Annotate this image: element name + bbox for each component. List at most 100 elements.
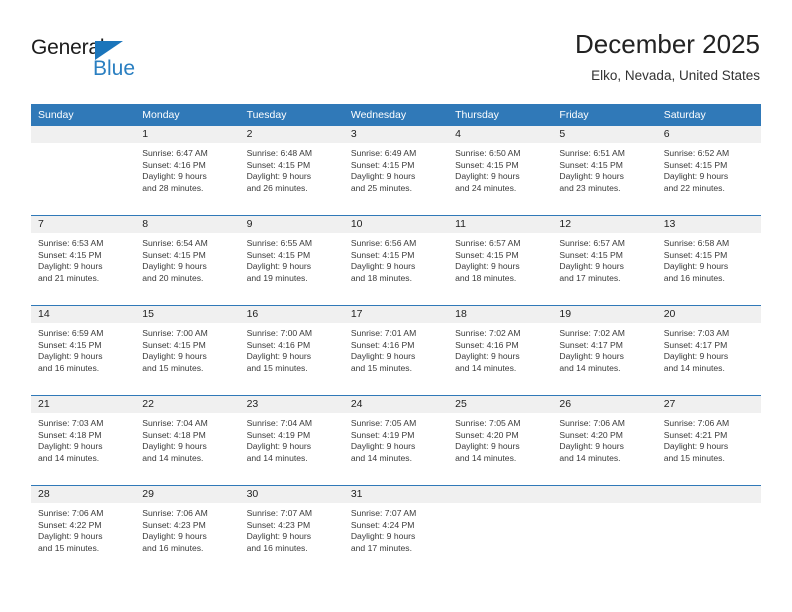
day-cell-inner: [31, 126, 136, 215]
calendar-day-cell[interactable]: 1 Sunrise: 6:47 AM Sunset: 4:16 PM Daylight…: [135, 126, 240, 216]
sunrise-text: Sunrise: 6:54 AM: [142, 238, 208, 248]
calendar-day-cell[interactable]: 4 Sunrise: 6:50 AM Sunset: 4:15 PM Daylight…: [448, 126, 553, 216]
calendar-body: 1 Sunrise: 6:47 AM Sunset: 4:16 PM Daylight…: [31, 126, 761, 575]
calendar-day-cell[interactable]: 3 Sunrise: 6:49 AM Sunset: 4:15 PM Daylight…: [343, 126, 449, 216]
daylight-text-line2: and 22 minutes.: [663, 182, 725, 193]
sunset-text: Sunset: 4:15 PM: [38, 249, 102, 260]
day-details: Sunrise: 7:03 AM Sunset: 4:18 PM Daylight:…: [31, 413, 135, 464]
day-details: Sunrise: 6:54 AM Sunset: 4:15 PM Daylight:…: [135, 233, 239, 284]
day-details: Sunrise: 6:48 AM Sunset: 4:15 PM Daylight:…: [240, 143, 344, 194]
day-cell-inner: 27 Sunrise: 7:06 AM Sunset: 4:21 PM Dayligh…: [656, 396, 761, 485]
sunset-text: Sunset: 4:15 PM: [455, 249, 519, 260]
daylight-text-line1: Daylight: 9 hours: [663, 351, 729, 362]
sunset-text: Sunset: 4:15 PM: [142, 249, 206, 260]
daylight-text-line1: Daylight: 9 hours: [38, 351, 103, 362]
day-details: Sunrise: 6:50 AM Sunset: 4:15 PM Daylight:…: [448, 143, 552, 194]
day-number: [448, 486, 553, 503]
daylight-text-line2: and 16 minutes.: [38, 362, 100, 373]
day-number: 15: [135, 306, 240, 323]
daylight-text-line2: and 14 minutes.: [246, 452, 308, 463]
sunrise-text: Sunrise: 6:47 AM: [142, 148, 208, 158]
calendar-day-cell[interactable]: 15 Sunrise: 7:00 AM Sunset: 4:15 PM Dayligh…: [135, 305, 240, 396]
calendar-day-cell[interactable]: 14 Sunrise: 6:59 AM Sunset: 4:15 PM Dayligh…: [31, 305, 136, 396]
calendar-day-cell[interactable]: 22 Sunrise: 7:04 AM Sunset: 4:18 PM Dayligh…: [135, 395, 240, 486]
calendar-week-row: 21 Sunrise: 7:03 AM Sunset: 4:18 PM Dayligh…: [31, 395, 761, 486]
calendar-day-cell[interactable]: 13 Sunrise: 6:58 AM Sunset: 4:15 PM Dayligh…: [656, 215, 761, 306]
sunrise-text: Sunrise: 7:00 AM: [246, 328, 313, 338]
day-details: Sunrise: 7:06 AM Sunset: 4:21 PM Daylight:…: [657, 413, 761, 464]
daylight-text-line1: Daylight: 9 hours: [455, 351, 520, 362]
calendar-day-cell[interactable]: 18 Sunrise: 7:02 AM Sunset: 4:16 PM Dayligh…: [448, 305, 553, 396]
day-cell-inner: 2 Sunrise: 6:48 AM Sunset: 4:15 PM Daylight…: [239, 126, 344, 215]
day-number: 31: [343, 486, 449, 503]
calendar-day-cell[interactable]: 6 Sunrise: 6:52 AM Sunset: 4:15 PM Daylight…: [656, 126, 761, 216]
calendar-day-cell[interactable]: 9 Sunrise: 6:55 AM Sunset: 4:15 PM Daylight…: [239, 215, 344, 306]
calendar-day-cell[interactable]: 16 Sunrise: 7:00 AM Sunset: 4:16 PM Dayligh…: [239, 305, 344, 396]
daylight-text-line2: and 16 minutes.: [246, 542, 308, 553]
day-number: [552, 486, 657, 503]
day-details: Sunrise: 7:00 AM Sunset: 4:15 PM Daylight:…: [135, 323, 239, 374]
calendar-table: Sunday Monday Tuesday Wednesday Thursday…: [31, 104, 761, 575]
sunrise-text: Sunrise: 7:02 AM: [455, 328, 521, 338]
calendar-day-cell[interactable]: 31 Sunrise: 7:07 AM Sunset: 4:24 PM Dayligh…: [343, 485, 449, 575]
day-details: Sunrise: 6:52 AM Sunset: 4:15 PM Daylight:…: [657, 143, 761, 194]
day-details: Sunrise: 7:05 AM Sunset: 4:20 PM Daylight:…: [448, 413, 552, 464]
calendar-week-row: 1 Sunrise: 6:47 AM Sunset: 4:16 PM Daylight…: [31, 126, 761, 216]
day-cell-inner: 17 Sunrise: 7:01 AM Sunset: 4:16 PM Dayligh…: [343, 306, 449, 395]
calendar-day-cell[interactable]: 7 Sunrise: 6:53 AM Sunset: 4:15 PM Daylight…: [31, 215, 136, 306]
sunset-text: Sunset: 4:15 PM: [350, 249, 415, 260]
day-number: [656, 486, 761, 503]
weekday-header-friday: Friday: [552, 104, 657, 126]
logo-text-blue: Blue: [93, 57, 136, 80]
calendar-day-cell[interactable]: 30 Sunrise: 7:07 AM Sunset: 4:23 PM Dayligh…: [239, 485, 344, 575]
day-number: 2: [239, 126, 344, 143]
calendar-day-cell[interactable]: 17 Sunrise: 7:01 AM Sunset: 4:16 PM Dayligh…: [343, 305, 449, 396]
calendar-day-cell[interactable]: 2 Sunrise: 6:48 AM Sunset: 4:15 PM Daylight…: [239, 126, 344, 216]
calendar-day-cell[interactable]: 8 Sunrise: 6:54 AM Sunset: 4:15 PM Daylight…: [135, 215, 240, 306]
sunrise-text: Sunrise: 7:06 AM: [142, 508, 208, 518]
sunrise-text: Sunrise: 7:07 AM: [350, 508, 417, 518]
calendar-day-cell[interactable]: 27 Sunrise: 7:06 AM Sunset: 4:21 PM Dayligh…: [656, 395, 761, 486]
calendar-day-cell[interactable]: 28 Sunrise: 7:06 AM Sunset: 4:22 PM Dayligh…: [31, 485, 136, 575]
day-number: 28: [31, 486, 136, 503]
day-cell-inner: 9 Sunrise: 6:55 AM Sunset: 4:15 PM Daylight…: [239, 216, 344, 305]
calendar-day-cell[interactable]: 12 Sunrise: 6:57 AM Sunset: 4:15 PM Dayligh…: [552, 215, 657, 306]
calendar-week-row: 7 Sunrise: 6:53 AM Sunset: 4:15 PM Daylight…: [31, 215, 761, 306]
sunset-text: Sunset: 4:23 PM: [246, 519, 311, 530]
day-cell-inner: 26 Sunrise: 7:06 AM Sunset: 4:20 PM Dayligh…: [552, 396, 657, 485]
day-cell-inner: 1 Sunrise: 6:47 AM Sunset: 4:16 PM Daylight…: [135, 126, 240, 215]
day-details: Sunrise: 7:01 AM Sunset: 4:16 PM Daylight:…: [344, 323, 448, 374]
calendar-day-cell[interactable]: 20 Sunrise: 7:03 AM Sunset: 4:17 PM Dayligh…: [656, 305, 761, 396]
sunrise-text: Sunrise: 7:06 AM: [559, 418, 625, 428]
calendar-day-cell[interactable]: 5 Sunrise: 6:51 AM Sunset: 4:15 PM Daylight…: [552, 126, 657, 216]
day-cell-inner: 4 Sunrise: 6:50 AM Sunset: 4:15 PM Daylight…: [448, 126, 553, 215]
day-details: Sunrise: 6:47 AM Sunset: 4:16 PM Daylight:…: [135, 143, 239, 194]
calendar-day-cell[interactable]: 19 Sunrise: 7:02 AM Sunset: 4:17 PM Dayligh…: [552, 305, 657, 396]
daylight-text-line1: Daylight: 9 hours: [142, 441, 207, 452]
calendar-day-cell[interactable]: 21 Sunrise: 7:03 AM Sunset: 4:18 PM Dayligh…: [31, 395, 136, 486]
page-header: General Blue December 2025 Elko, Nevada,…: [0, 0, 792, 104]
calendar-day-cell[interactable]: 11 Sunrise: 6:57 AM Sunset: 4:15 PM Dayligh…: [448, 215, 553, 306]
daylight-text-line2: and 14 minutes.: [142, 452, 204, 463]
generalblue-logo[interactable]: General Blue: [31, 36, 161, 84]
calendar-day-cell[interactable]: 26 Sunrise: 7:06 AM Sunset: 4:20 PM Dayligh…: [552, 395, 657, 486]
daylight-text-line1: Daylight: 9 hours: [246, 351, 312, 362]
sunrise-text: Sunrise: 6:59 AM: [38, 328, 104, 338]
sunrise-text: Sunrise: 6:55 AM: [246, 238, 313, 248]
calendar-day-cell[interactable]: 25 Sunrise: 7:05 AM Sunset: 4:20 PM Dayligh…: [448, 395, 553, 486]
day-number: 29: [135, 486, 240, 503]
daylight-text-line2: and 21 minutes.: [38, 272, 100, 283]
calendar-day-cell[interactable]: 29 Sunrise: 7:06 AM Sunset: 4:23 PM Dayligh…: [135, 485, 240, 575]
sunset-text: Sunset: 4:15 PM: [663, 249, 728, 260]
calendar-week-row: 28 Sunrise: 7:06 AM Sunset: 4:22 PM Dayligh…: [31, 485, 761, 575]
day-details: Sunrise: 7:02 AM Sunset: 4:16 PM Daylight:…: [448, 323, 552, 374]
daylight-text-line1: Daylight: 9 hours: [559, 261, 624, 272]
sunrise-text: Sunrise: 6:57 AM: [455, 238, 521, 248]
calendar-day-cell[interactable]: 23 Sunrise: 7:04 AM Sunset: 4:19 PM Dayligh…: [239, 395, 344, 486]
calendar-day-cell[interactable]: 24 Sunrise: 7:05 AM Sunset: 4:19 PM Dayligh…: [343, 395, 449, 486]
daylight-text-line1: Daylight: 9 hours: [142, 531, 207, 542]
daylight-text-line2: and 18 minutes.: [350, 272, 412, 283]
sunrise-text: Sunrise: 6:57 AM: [559, 238, 625, 248]
calendar-day-cell[interactable]: 10 Sunrise: 6:56 AM Sunset: 4:15 PM Dayligh…: [343, 215, 449, 306]
daylight-text-line1: Daylight: 9 hours: [38, 261, 103, 272]
